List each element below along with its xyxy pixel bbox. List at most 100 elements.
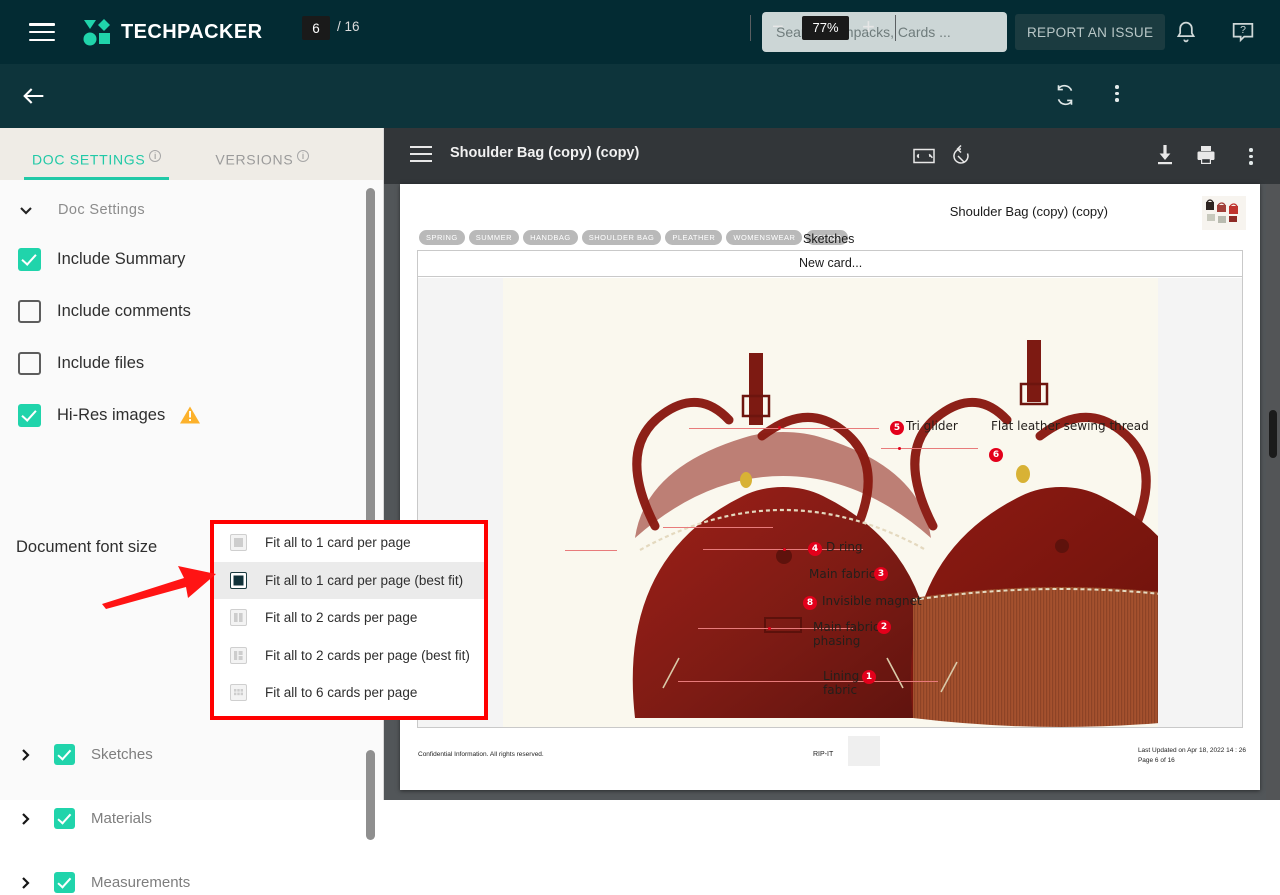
hires-images-label: Hi-Res images [57,405,166,424]
sidebar-item-sketches[interactable]: Sketches [18,744,153,765]
include-summary-checkbox[interactable] [18,247,41,271]
callout-number-6: 6 [989,448,1003,462]
notification-bell-icon[interactable] [1172,18,1200,46]
callout-label-main-fabric: Main fabric [809,567,876,581]
six-cards-icon [230,684,247,702]
checkbox-row-hires-images[interactable]: Hi-Res images [18,400,383,430]
tag: SHOULDER BAG [581,230,662,245]
annotation-red-arrow [100,560,218,610]
tag: HANDBAG [523,230,578,245]
include-comments-label: Include comments [57,301,191,320]
footer-confidential-text: Confidential Information. All rights res… [418,751,544,758]
help-chat-icon[interactable]: ? [1229,18,1257,46]
callout-label-d-ring: D ring [826,540,863,554]
tag: SPRING [419,230,465,245]
tab-doc-settings[interactable]: DOC SETTINGS i [24,150,170,180]
hamburger-menu-icon[interactable] [29,23,55,41]
dropdown-item-fit-2-cards[interactable]: Fit all to 2 cards per page [214,599,484,637]
zoom-in-button[interactable]: + [862,16,875,38]
download-icon[interactable] [1155,144,1175,171]
footer-logo-placeholder [848,736,880,766]
dropdown-item-fit-1-card-best-fit[interactable]: Fit all to 1 card per page (best fit) [214,561,484,599]
sketches-label: Sketches [91,746,153,763]
zoom-out-button[interactable]: − [772,17,784,37]
callout-line [881,448,978,449]
tag: PLEATHER [665,230,723,245]
toolbar-divider [750,15,751,41]
search-input[interactable] [762,12,1007,52]
dropdown-item-fit-2-cards-best-fit[interactable]: Fit all to 2 cards per page (best fit) [214,637,484,675]
tag: WOMENSWEAR [726,230,803,245]
sidebar-toggle-icon[interactable] [410,146,432,162]
callout-label-main-fabric-phasing: Main fabric phasing [813,620,880,648]
checkbox-row-include-comments[interactable]: Include comments [18,296,383,326]
callout-number-4: 4 [808,542,822,556]
brand-logo-area[interactable]: TECHPACKER [83,18,262,46]
footer-brand-text: RIP-IT [813,751,834,758]
techpack-thumbnail-image [1202,196,1246,230]
zoom-level-value[interactable]: 77% [802,16,849,40]
include-comments-checkbox[interactable] [18,299,41,323]
sketches-checkbox[interactable] [54,744,75,765]
document-section-label: Sketches [803,232,855,246]
chevron-right-icon[interactable] [18,812,32,826]
left-panel-scrollbar-thumb-lower[interactable] [366,750,375,840]
chevron-right-icon[interactable] [18,876,32,890]
callout-number-3: 3 [874,567,888,581]
doc-settings-label: Doc Settings [58,202,146,218]
dropdown-item-label: Fit all to 1 card per page [265,535,411,551]
brand-name: TECHPACKER [121,20,263,43]
dropdown-item-fit-1-card[interactable]: Fit all to 1 card per page [214,524,484,562]
fit-to-width-icon[interactable] [913,146,935,171]
flat-leather-note: Flat leather sewing thread [991,419,1149,433]
callout-dot [783,548,786,551]
sidebar-item-measurements[interactable]: Measurements [18,872,190,893]
info-icon[interactable]: i [149,150,162,163]
document-more-options-icon[interactable] [1106,82,1128,108]
callout-number-5: 5 [890,421,904,435]
page-total-label: / 16 [337,19,360,34]
callout-number-1: 1 [862,670,876,684]
include-files-label: Include files [57,353,145,372]
viewer-scrollbar-thumb[interactable] [1269,410,1277,458]
pdf-more-options-icon[interactable] [1240,145,1262,169]
document-font-size-label: Document font size [16,538,158,556]
report-issue-button[interactable]: REPORT AN ISSUE [1015,14,1166,50]
pdf-document-title: Shoulder Bag (copy) (copy) [450,145,640,161]
sketch-card: New card... 5 Tri glider Flat leather se… [417,250,1243,728]
tag: SUMMER [468,230,520,245]
materials-checkbox[interactable] [54,808,75,829]
dropdown-item-label: Fit all to 1 card per page (best fit) [265,572,464,588]
left-panel-scrollbar-thumb-upper[interactable] [366,188,375,543]
top-navigation-bar: TECHPACKER REPORT AN ISSUE ? [0,0,1280,64]
toolbar-divider [895,15,896,41]
include-files-checkbox[interactable] [18,351,41,375]
footer-page-number: Page 6 of 16 [1137,756,1175,764]
callout-line [565,550,617,551]
tab-versions[interactable]: VERSIONS i [207,150,317,180]
doc-settings-section-header[interactable]: Doc Settings [0,180,383,218]
rotate-icon[interactable] [949,144,973,173]
hires-images-checkbox[interactable] [18,403,41,427]
checkbox-row-include-summary[interactable]: Include Summary [18,244,383,274]
callout-number-2: 2 [877,620,891,634]
document-page: Shoulder Bag (copy) (copy) SPRING SUMMER… [400,184,1260,790]
techpack-tag-list: SPRING SUMMER HANDBAG SHOULDER BAG PLEAT… [419,230,849,245]
footer-meta: Last Updated on Apr 18, 2022 14 : 26 Pag… [1138,746,1246,766]
print-icon[interactable] [1195,144,1217,171]
dropdown-item-label: Fit all to 2 cards per page [265,610,418,626]
sync-refresh-icon[interactable] [1052,82,1078,108]
page-number-input[interactable] [302,16,330,40]
back-arrow-icon[interactable] [20,82,48,110]
chevron-down-icon[interactable] [18,202,34,218]
checkbox-row-include-files[interactable]: Include files [18,348,383,378]
two-cards-bestfit-icon [230,646,247,664]
chevron-right-icon[interactable] [18,748,32,762]
measurements-checkbox[interactable] [54,872,75,893]
dropdown-item-fit-6-cards[interactable]: Fit all to 6 cards per page [214,674,484,712]
tab-doc-settings-label: DOC SETTINGS [32,152,146,168]
sidebar-item-materials[interactable]: Materials [18,808,152,829]
info-icon[interactable]: i [297,150,310,163]
sketch-illustration [503,278,1158,727]
viewer-scrollbar-track[interactable] [1266,184,1280,800]
